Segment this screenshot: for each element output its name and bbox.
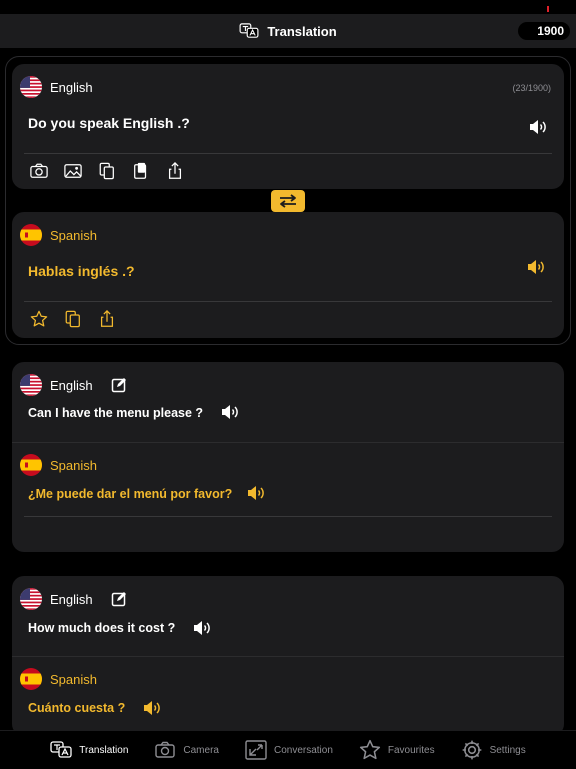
history-target-language: Spanish [20,454,97,476]
camera-icon [154,741,176,759]
tab-camera[interactable]: Camera [141,731,232,769]
history-target-text: ¿Me puede dar el menú por favor? [28,487,233,501]
swap-languages-button[interactable] [271,190,305,212]
tab-label: Camera [183,744,219,756]
paste-icon[interactable] [132,162,150,180]
source-card: English (23/1900) Do you speak English .… [12,64,564,189]
speaker-icon[interactable] [142,700,162,716]
tab-label: Settings [489,744,526,756]
gear-icon [461,739,483,761]
credits-badge[interactable]: 1900 [518,22,570,40]
tab-translation[interactable]: Translation [37,731,141,769]
translate-icon [50,741,72,759]
history-target-language-label: Spanish [50,457,97,473]
tab-label: Conversation [273,744,333,756]
target-card: Spanish Hablas inglés .? [12,212,564,338]
history-target-text: Cuánto cuesta ? [28,701,126,715]
edit-icon[interactable] [111,377,127,393]
edit-icon[interactable] [111,591,127,607]
divider [12,656,564,657]
history-item[interactable]: English Can I have the menu please ? Spa… [12,362,564,552]
history-source-language-label: English [50,591,93,607]
tab-settings[interactable]: Settings [448,731,539,769]
speaker-icon[interactable] [526,259,546,275]
us-flag-icon [20,374,42,396]
source-text[interactable]: Do you speak English .? [28,115,190,131]
image-icon[interactable] [64,162,82,180]
divider [24,301,552,302]
target-language-selector[interactable]: Spanish [20,224,97,246]
bottom-tab-bar: Translation Camera Conversation Favourit… [0,730,576,769]
target-toolbar [30,310,116,328]
us-flag-icon [20,588,42,610]
page-title-label: Translation [267,23,337,39]
conversation-icon [245,740,267,760]
history-item[interactable]: English How much does it cost ? Spanish … [12,576,564,736]
spain-flag-icon [20,454,42,476]
history-source-text: How much does it cost ? [28,621,176,635]
source-language-label: English [50,79,93,95]
speaker-icon[interactable] [192,620,212,636]
tab-favourites[interactable]: Favourites [346,731,448,769]
speaker-icon[interactable] [246,485,266,501]
divider [24,516,552,517]
source-toolbar [30,162,184,180]
history-source-text: Can I have the menu please ? [28,406,204,420]
camera-icon[interactable] [30,162,48,180]
tab-conversation[interactable]: Conversation [232,731,346,769]
spain-flag-icon [20,668,42,690]
copy-icon[interactable] [64,310,82,328]
target-language-label: Spanish [50,227,97,243]
target-text: Hablas inglés .? [28,263,135,279]
tab-label: Translation [79,744,129,756]
history-target-language-label: Spanish [50,671,97,687]
character-counter: (23/1900) [512,83,551,93]
translate-icon [239,23,259,39]
us-flag-icon [20,76,42,98]
divider [12,442,564,443]
page-title: Translation [0,14,576,48]
swap-icon [280,194,296,208]
star-icon [359,739,381,761]
spain-flag-icon [20,224,42,246]
copy-icon[interactable] [98,162,116,180]
top-bar: Translation 1900 [0,14,576,48]
source-language-selector[interactable]: English [20,76,93,98]
history-source-language: English [20,374,127,396]
history-source-language: English [20,588,127,610]
star-icon[interactable] [30,310,48,328]
speaker-icon[interactable] [220,404,240,420]
share-icon[interactable] [166,162,184,180]
history-source-language-label: English [50,377,93,393]
divider [24,153,552,154]
history-target-language: Spanish [20,668,97,690]
tab-label: Favourites [387,744,435,756]
speaker-icon[interactable] [528,119,548,135]
status-indicator [547,6,549,12]
share-icon[interactable] [98,310,116,328]
